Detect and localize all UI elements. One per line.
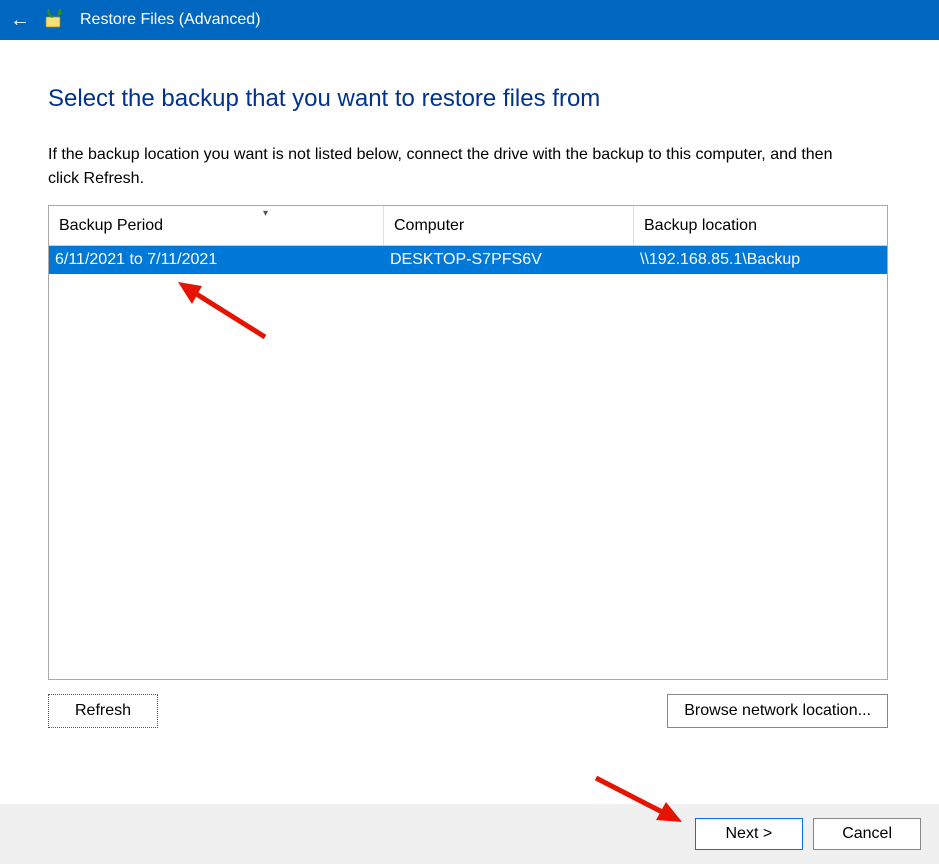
instructions-text: If the backup location you want is not l… [48, 143, 868, 191]
column-header-computer[interactable]: Computer [384, 206, 634, 245]
cell-period: 6/11/2021 to 7/11/2021 [49, 251, 384, 269]
back-arrow-icon[interactable]: ← [10, 10, 30, 30]
table-body: 6/11/2021 to 7/11/2021 DESKTOP-S7PFS6V \… [49, 246, 887, 274]
sort-dropdown-icon[interactable]: ▾ [263, 208, 268, 219]
window-title: Restore Files (Advanced) [80, 11, 261, 29]
backup-table: Backup Period ▾ Computer Backup location… [48, 205, 888, 680]
refresh-button[interactable]: Refresh [48, 694, 158, 728]
column-header-location[interactable]: Backup location [634, 206, 887, 245]
titlebar: ← Restore Files (Advanced) [0, 0, 939, 40]
browse-network-button[interactable]: Browse network location... [667, 694, 888, 728]
column-header-period-label: Backup Period [59, 217, 163, 235]
restore-files-icon [44, 9, 66, 31]
cell-location: \\192.168.85.1\Backup [634, 251, 887, 269]
cancel-button[interactable]: Cancel [813, 818, 921, 850]
action-buttons-row: Refresh Browse network location... [48, 694, 888, 728]
cell-computer: DESKTOP-S7PFS6V [384, 251, 634, 269]
table-header-row: Backup Period ▾ Computer Backup location [49, 206, 887, 246]
column-header-period[interactable]: Backup Period ▾ [49, 206, 384, 245]
page-heading: Select the backup that you want to resto… [48, 85, 891, 113]
content-area: Select the backup that you want to resto… [0, 40, 939, 728]
footer-bar: Next > Cancel [0, 804, 939, 864]
column-header-location-label: Backup location [644, 217, 757, 235]
next-button[interactable]: Next > [695, 818, 804, 850]
column-header-computer-label: Computer [394, 217, 464, 235]
table-row[interactable]: 6/11/2021 to 7/11/2021 DESKTOP-S7PFS6V \… [49, 246, 887, 274]
